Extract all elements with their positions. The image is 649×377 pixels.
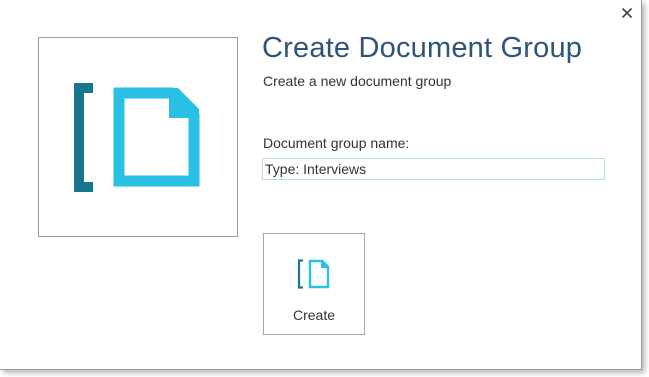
create-document-group-dialog: Create Document Group Create a new docum… xyxy=(0,0,642,370)
document-group-icon xyxy=(297,259,330,289)
close-button[interactable] xyxy=(617,3,637,23)
create-button[interactable]: Create xyxy=(263,233,365,335)
close-icon xyxy=(621,7,633,19)
create-button-label: Create xyxy=(292,307,336,323)
document-group-logo xyxy=(38,37,238,237)
document-group-name-label: Document group name: xyxy=(263,135,410,151)
dialog-subtitle: Create a new document group xyxy=(263,73,452,89)
dialog-title: Create Document Group xyxy=(262,32,583,64)
document-group-name-input[interactable] xyxy=(262,158,605,180)
document-group-icon xyxy=(74,83,200,192)
